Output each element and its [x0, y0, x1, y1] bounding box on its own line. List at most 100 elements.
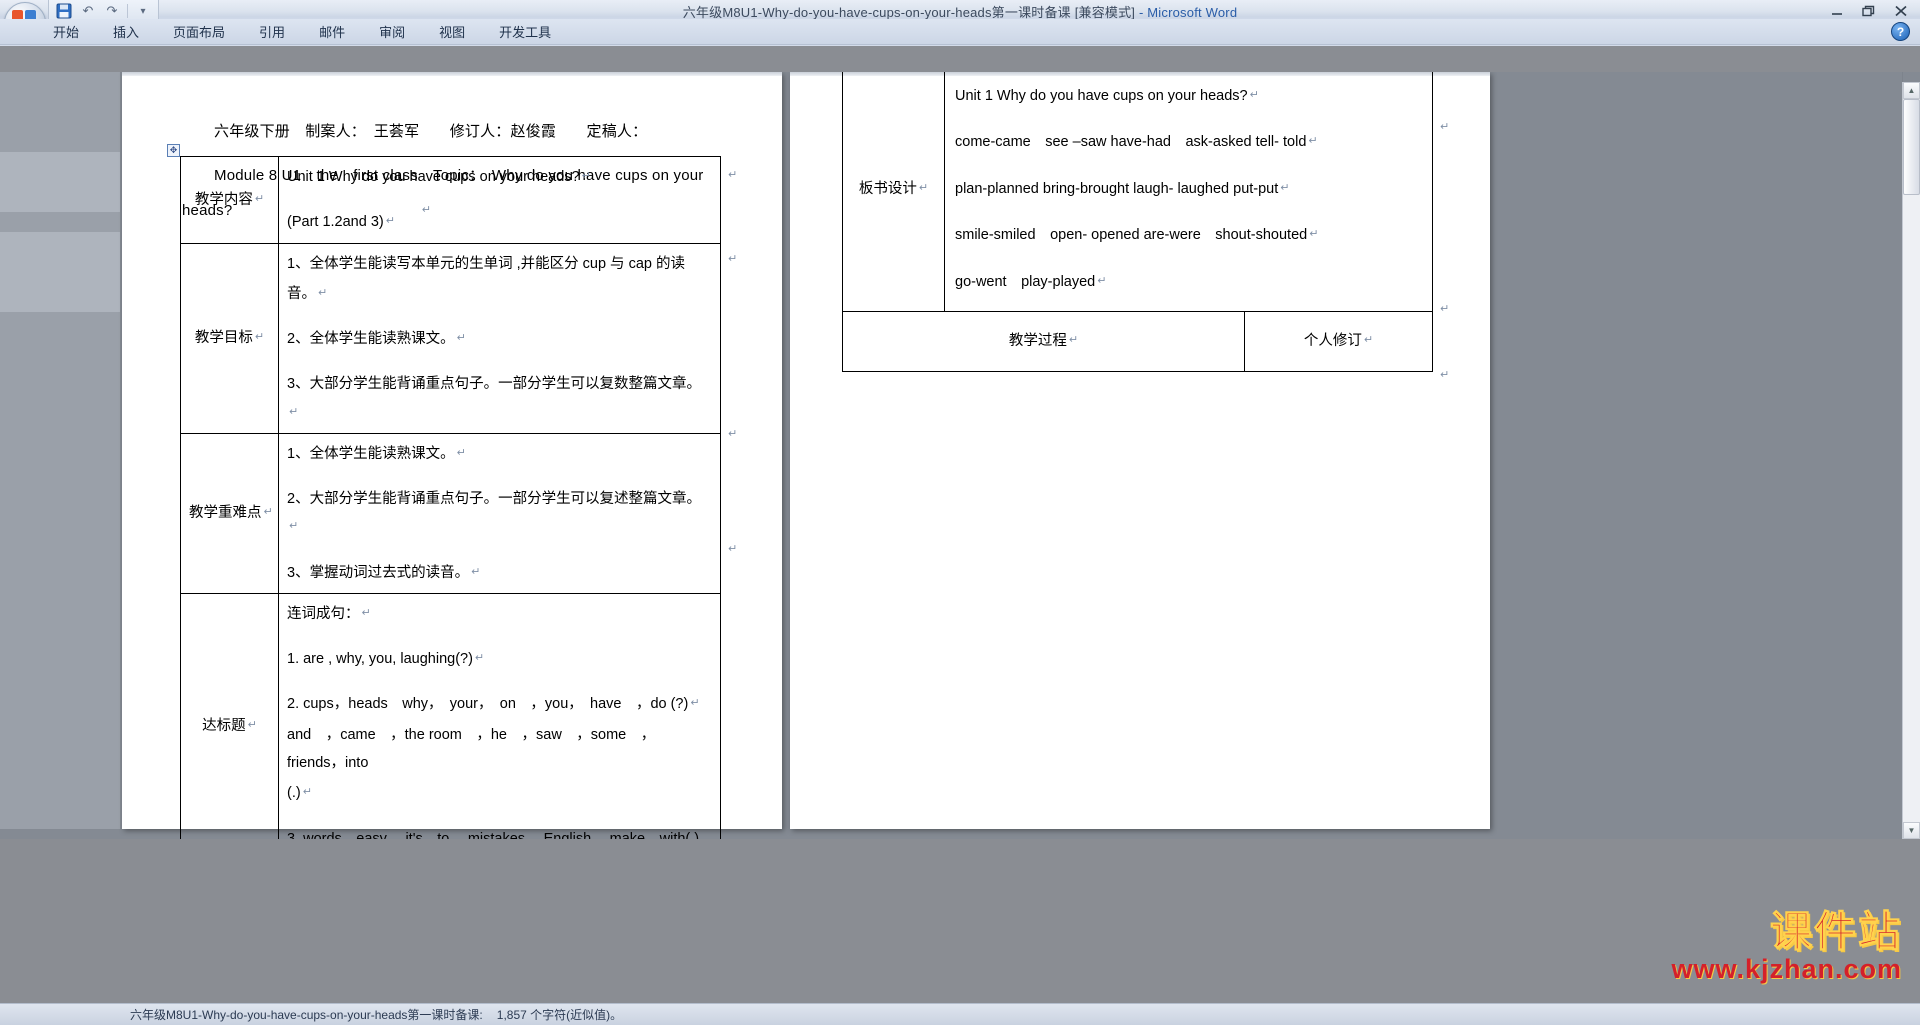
minimize-icon[interactable] [1826, 2, 1848, 20]
row-label-exercises: 达标题 ↵ [180, 592, 279, 839]
tab-references[interactable]: 引用 [242, 19, 302, 44]
status-bar: 六年级M8U1-Why-do-you-have-cups-on-your-hea… [0, 1003, 1920, 1025]
close-icon[interactable] [1890, 2, 1912, 20]
row-label-board: 板书设计 ↵ [842, 72, 945, 313]
cell-line: go-went play-played ↵ [955, 273, 1107, 290]
pilcrow-mark: ↵ [1363, 334, 1374, 347]
table-row[interactable]: 达标题 ↵ 连词成句： ↵ 1. are , why, you, laughing(… [180, 592, 721, 839]
cell-line: 1. are , why, you, laughing(?) ↵ [287, 651, 485, 668]
pilcrow-mark: ↵ [254, 331, 265, 344]
left-margin-gutter [0, 72, 120, 829]
cell-line: 2、大部分学生能背诵重点句子。一部分学生可以复述整篇文章。↵ [287, 491, 702, 533]
table-row[interactable]: 教学过程 ↵ 个人修订 ↵ [842, 311, 1433, 372]
cell-line: 3. words，easy ,it's to ,mistakes ,Englis… [287, 830, 700, 839]
pilcrow-mark: ↵ [385, 215, 395, 228]
customize-icon[interactable]: ▾ [134, 3, 152, 20]
header-line-1: 六年级下册 制案人： 王荟军 修订人：赵俊霞 定稿人： [214, 123, 648, 140]
tab-review[interactable]: 审阅 [362, 19, 422, 44]
cell-line: 2、全体学生能读熟课文。 ↵ [287, 331, 466, 348]
pilcrow-mark: ↵ [318, 286, 328, 299]
cell-line: plan-planned bring-brought laugh- laughe… [955, 180, 1290, 197]
pilcrow-mark: ↵ [728, 543, 738, 555]
pilcrow-mark: ↵ [1440, 303, 1450, 315]
cell-line: 连词成句： ↵ [287, 605, 371, 622]
pilcrow-mark: ↵ [1280, 181, 1290, 194]
cell-line: (Part 1.2and 3) ↵ [287, 214, 395, 231]
pilcrow-mark: ↵ [247, 719, 257, 732]
cell-line: 1、全体学生能读熟课文。 ↵ [287, 445, 466, 462]
row-value-objectives[interactable]: 1、全体学生能读写本单元的生单词 ,并能区分 cup 与 cap 的读 音。 ↵ … [278, 242, 721, 434]
tab-insert[interactable]: 插入 [96, 19, 156, 44]
row-value-keypoints[interactable]: 1、全体学生能读熟课文。 ↵ 2、大部分学生能背诵重点句子。一部分学生可以复述整篇… [278, 432, 721, 594]
tab-page-layout[interactable]: 页面布局 [156, 19, 242, 44]
document-page-right[interactable]: 板书设计 ↵ Unit 1 Why do you have cups on you… [790, 72, 1490, 829]
cell-line: smile-smiled open- opened are-were shout… [955, 227, 1319, 244]
help-icon[interactable]: ? [1891, 22, 1910, 41]
pilcrow-mark: ↵ [289, 405, 299, 418]
row-value-content[interactable]: Unit 1 Why do you have cups on your head… [278, 156, 721, 244]
table-row[interactable]: 板书设计 ↵ Unit 1 Why do you have cups on you… [842, 72, 1433, 313]
cell-line: Unit 1 Why do you have cups on your head… [287, 169, 591, 185]
document-title: 六年级M8U1-Why-do-you-have-cups-on-your-hea… [682, 5, 1136, 20]
pilcrow-mark: ↵ [254, 192, 265, 205]
pilcrow-mark: ↵ [690, 697, 700, 710]
cell-line: come-came see –saw have-had ask-asked te… [955, 134, 1318, 151]
status-word-count: 1,857 个字符(近似值)。 [496, 1008, 623, 1022]
cell-line: 音。 ↵ [287, 285, 328, 302]
save-icon[interactable] [55, 3, 73, 20]
tab-view[interactable]: 视图 [422, 19, 482, 44]
pilcrow-mark: ↵ [456, 332, 466, 345]
row-value-exercises[interactable]: 连词成句： ↵ 1. are , why, you, laughing(?) ↵ 2… [278, 592, 721, 839]
pilcrow-mark: ↵ [1440, 369, 1450, 381]
pilcrow-mark: ↵ [474, 652, 485, 665]
cell-line: 2. cups，heads why， your， on ，you， have ，… [287, 696, 700, 713]
tab-developer[interactable]: 开发工具 [482, 19, 568, 44]
cell-line: 3、掌握动词过去式的读音。 ↵ [287, 564, 481, 581]
scroll-thumb[interactable] [1903, 99, 1920, 195]
pilcrow-mark: ↵ [1308, 135, 1318, 148]
watermark-url: www.kjzhan.com [1671, 954, 1902, 985]
table-move-handle[interactable]: ✥ [167, 144, 180, 157]
redo-icon[interactable]: ↷ [103, 3, 121, 20]
cell-personal-revision[interactable]: 个人修订 ↵ [1244, 311, 1433, 372]
cell-line: Unit 1 Why do you have cups on your head… [955, 88, 1259, 104]
pilcrow-mark: ↵ [1440, 121, 1450, 133]
toolbar-divider [127, 4, 128, 18]
gutter-band-2 [0, 232, 120, 312]
table-row[interactable]: 教学内容 ↵ Unit 1 Why do you have cups on you… [180, 156, 721, 244]
gutter-band-1 [0, 152, 120, 212]
row-value-board[interactable]: Unit 1 Why do you have cups on your head… [944, 72, 1433, 313]
cell-line: 1、全体学生能读写本单元的生单词 ,并能区分 cup 与 cap 的读 [287, 255, 685, 272]
title-separator: - [1138, 5, 1144, 20]
watermark-title: 课件站 [1769, 908, 1902, 956]
cell-teaching-process[interactable]: 教学过程 ↵ [842, 311, 1245, 372]
pilcrow-mark: ↵ [728, 253, 738, 265]
scroll-down-arrow[interactable]: ▼ [1903, 822, 1920, 839]
pilcrow-mark: ↵ [728, 169, 738, 181]
restore-icon[interactable] [1858, 2, 1880, 20]
row-label-objectives: 教学目标 ↵ [180, 242, 279, 434]
pilcrow-mark: ↵ [1068, 334, 1079, 347]
pilcrow-mark: ↵ [581, 170, 591, 182]
cell-line: (.) ↵ [287, 785, 312, 802]
table-row[interactable]: 教学重难点 ↵ 1、全体学生能读熟课文。 ↵ 2、大部分学生能背诵重点句子。一部分学… [180, 432, 721, 594]
scroll-up-arrow[interactable]: ▲ [1903, 82, 1920, 99]
tab-home[interactable]: 开始 [36, 19, 96, 44]
pilcrow-mark: ↵ [471, 565, 481, 578]
status-filename: 六年级M8U1-Why-do-you-have-cups-on-your-hea… [130, 1008, 483, 1022]
pilcrow-mark: ↵ [302, 786, 312, 799]
row-label-content: 教学内容 ↵ [180, 156, 279, 244]
pilcrow-mark: ↵ [1309, 228, 1319, 241]
document-page-left[interactable]: 六年级下册 制案人： 王荟军 修订人：赵俊霞 定稿人： Module 8 U1 … [122, 72, 782, 839]
tab-mailings[interactable]: 邮件 [302, 19, 362, 44]
table-row[interactable]: 教学目标 ↵ 1、全体学生能读写本单元的生单词 ,并能区分 cup 与 cap 的… [180, 242, 721, 434]
undo-icon[interactable]: ↶ [79, 3, 97, 20]
cell-line: 3、大部分学生能背诵重点句子。一部分学生可以复数整篇文章。↵ [287, 376, 702, 418]
pilcrow-mark: ↵ [1097, 274, 1107, 287]
pilcrow-mark: ↵ [263, 506, 273, 519]
window-controls [1826, 2, 1912, 20]
word-window: 六年级M8U1-Why-do-you-have-cups-on-your-hea… [0, 0, 1920, 1025]
pilcrow-mark: ↵ [361, 606, 371, 619]
document-workspace: 六年级下册 制案人： 王荟军 修订人：赵俊霞 定稿人： Module 8 U1 … [0, 72, 1920, 839]
vertical-scrollbar[interactable]: ▲ ▼ [1902, 82, 1920, 839]
